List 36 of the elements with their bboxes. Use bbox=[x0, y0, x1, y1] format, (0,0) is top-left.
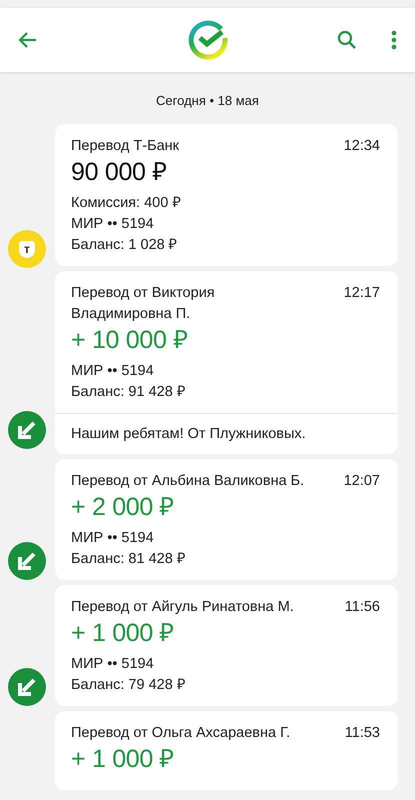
transaction-detail: Баланс: 91 428 ₽ bbox=[71, 383, 186, 402]
transaction-amount: 90 000 ₽ bbox=[71, 157, 168, 188]
transaction-detail: МИР •• 5194 bbox=[71, 215, 155, 234]
transaction-detail: Баланс: 79 428 ₽ bbox=[71, 676, 186, 695]
search-icon[interactable] bbox=[337, 30, 357, 50]
transaction-detail: Баланс: 1 028 ₽ bbox=[71, 236, 178, 255]
transaction-detail: Комиссия: 400 ₽ bbox=[71, 194, 182, 213]
transaction-amount: + 10 000 ₽ bbox=[71, 325, 189, 356]
transaction-card[interactable]: Перевод от Ольга Ахсараевна Г. 11:53 + 1 000 ₽ bbox=[55, 711, 398, 790]
transaction-time: 12:07 bbox=[344, 472, 380, 491]
transaction-card[interactable]: Перевод от Виктория Владимировна П. 12:17 + 10 000 ₽ МИР •• 5194 Баланс: 91 428 ₽ Нашим ребятам! От Плужниковых. bbox=[55, 271, 398, 454]
transaction-detail: МИР •• 5194 bbox=[71, 362, 155, 381]
logo-icon bbox=[188, 20, 228, 60]
transaction-card[interactable]: Перевод от Айгуль Ринатовна М. 11:56 + 1 000 ₽ МИР •• 5194 Баланс: 79 428 ₽ bbox=[55, 585, 398, 706]
transaction-title: Перевод от Ольга Ахсараевна Г. bbox=[71, 724, 290, 743]
transaction-title: Перевод от Айгуль Ринатовна М. bbox=[71, 598, 294, 617]
transaction-detail: МИР •• 5194 bbox=[71, 655, 155, 674]
transaction-card[interactable]: Перевод Т-Банк 12:34 90 000 ₽ Комиссия: 400 ₽ МИР •• 5194 Баланс: 1 028 ₽ bbox=[55, 124, 398, 266]
menu-icon[interactable] bbox=[391, 30, 397, 50]
transaction-amount: + 1 000 ₽ bbox=[71, 744, 176, 775]
transaction-amount: + 2 000 ₽ bbox=[71, 492, 176, 523]
bank-logo-icon: т bbox=[8, 230, 46, 268]
transaction-time: 11:53 bbox=[344, 724, 380, 743]
transaction-comment: Нашим ребятам! От Плужниковых. bbox=[71, 426, 306, 442]
transaction-time: 12:17 bbox=[344, 284, 380, 303]
transaction-detail: МИР •• 5194 bbox=[71, 529, 155, 548]
transaction-detail: Баланс: 81 428 ₽ bbox=[71, 550, 186, 569]
back-icon[interactable] bbox=[18, 30, 38, 50]
transaction-amount: + 1 000 ₽ bbox=[71, 618, 176, 649]
transaction-card[interactable]: Перевод от Альбина Валиковна Б. 12:07 + 2 000 ₽ МИР •• 5194 Баланс: 81 428 ₽ bbox=[55, 459, 398, 580]
transaction-title: Перевод от Виктория Владимировна П. bbox=[71, 284, 216, 324]
date-label: Сегодня • 18 мая bbox=[156, 93, 259, 108]
transaction-time: 11:56 bbox=[344, 598, 380, 617]
transaction-time: 12:34 bbox=[344, 137, 380, 156]
transaction-title: Перевод Т-Банк bbox=[71, 137, 180, 156]
transaction-title: Перевод от Альбина Валиковна Б. bbox=[71, 472, 304, 491]
